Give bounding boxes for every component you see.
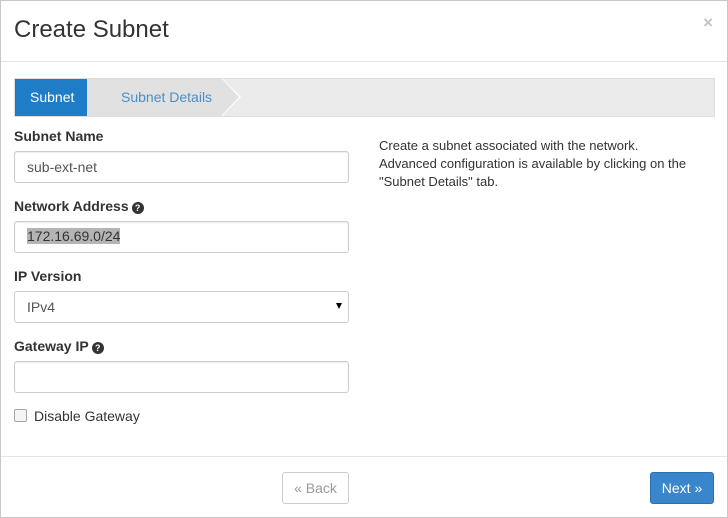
create-subnet-modal: Create Subnet × Subnet Subnet Details Su… [0, 0, 728, 518]
tab-subnet-details[interactable]: Subnet Details [87, 78, 241, 116]
ip-version-select[interactable]: IPv4 [14, 291, 349, 323]
modal-footer: « Back Next » [1, 456, 727, 518]
back-button[interactable]: « Back [282, 472, 349, 504]
ip-version-label-text: IP Version [14, 268, 82, 284]
subnet-name-input[interactable] [14, 151, 349, 183]
gateway-ip-label: Gateway IP? [14, 338, 104, 354]
tab-subnet[interactable]: Subnet [15, 79, 104, 116]
disable-gateway-checkbox[interactable] [14, 409, 27, 422]
network-address-label: Network Address? [14, 198, 144, 214]
modal-header: Create Subnet × [1, 1, 727, 62]
disable-gateway-row: Disable Gateway [14, 408, 140, 424]
tab-subnet-label: Subnet [30, 89, 75, 105]
close-icon[interactable]: × [703, 13, 713, 33]
chevron-down-icon [336, 303, 342, 309]
tab-subnet-details-label: Subnet Details [121, 89, 213, 105]
modal-title: Create Subnet [14, 16, 169, 43]
subnet-name-label: Subnet Name [14, 128, 103, 144]
ip-version-label: IP Version [14, 268, 81, 284]
wizard-nav: Subnet Subnet Details [14, 78, 715, 117]
question-circle-icon[interactable]: ? [131, 202, 144, 214]
ip-version-value: IPv4 [27, 299, 56, 315]
gateway-ip-label-text: Gateway IP [14, 338, 89, 354]
gateway-ip-input[interactable] [14, 361, 349, 393]
network-address-label-text: Network Address [14, 198, 129, 214]
tab-arrow [222, 79, 239, 115]
question-circle-icon[interactable]: ? [91, 342, 104, 354]
help-text: Create a subnet associated with the netw… [379, 138, 687, 189]
network-address-input[interactable]: 172.16.69.0/24 [14, 221, 349, 253]
network-address-value: 172.16.69.0/24 [27, 228, 121, 244]
subnet-name-label-text: Subnet Name [14, 128, 104, 144]
disable-gateway-label: Disable Gateway [34, 408, 140, 424]
next-button[interactable]: Next » [650, 472, 714, 504]
